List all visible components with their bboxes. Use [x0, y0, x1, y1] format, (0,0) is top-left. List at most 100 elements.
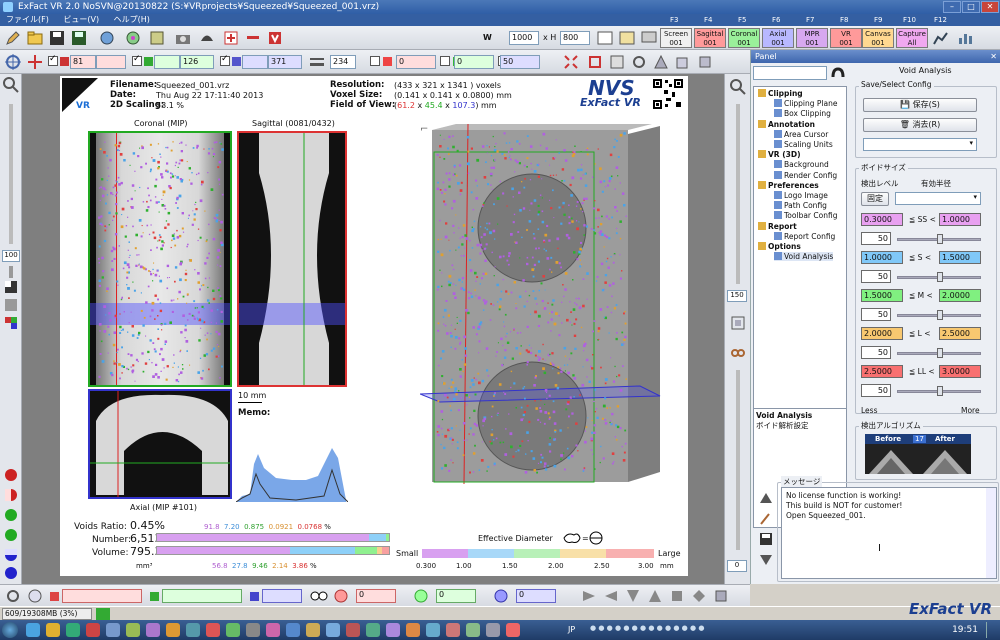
- message-save-icon[interactable]: [757, 530, 775, 548]
- expand-icon[interactable]: [562, 53, 580, 71]
- layout-icon[interactable]: [618, 29, 636, 47]
- menu-file[interactable]: ファイル(F): [0, 14, 55, 26]
- size-upper-input[interactable]: 1.0000: [939, 213, 981, 226]
- taskbar-app-rose[interactable]: [206, 623, 220, 637]
- taskbar-app-navy[interactable]: [286, 623, 300, 637]
- reset-view-icon[interactable]: [608, 53, 626, 71]
- tree-item[interactable]: Toolbar Config: [774, 211, 837, 220]
- coronal-view[interactable]: [88, 131, 232, 387]
- size-lower-input[interactable]: 0.3000: [861, 213, 903, 226]
- algorithm-preview[interactable]: Before 17 After: [865, 434, 971, 474]
- tree-item[interactable]: Area Cursor: [774, 129, 828, 139]
- mpr-button[interactable]: MPR 001: [796, 28, 828, 48]
- tree-item[interactable]: Logo Image: [774, 191, 828, 200]
- first-aid-icon[interactable]: [222, 29, 240, 47]
- panel-hand-icon[interactable]: [829, 64, 847, 82]
- taskbar-app-brick[interactable]: [346, 623, 360, 637]
- fixed-button[interactable]: 固定: [861, 192, 889, 206]
- taskbar-app-mint[interactable]: [466, 623, 480, 637]
- vr-depth-slider[interactable]: [736, 370, 740, 550]
- sagittal-slice-spare[interactable]: [96, 55, 126, 69]
- coronal-slice-input[interactable]: 126: [180, 55, 214, 69]
- taskbar-app-lilac[interactable]: [386, 623, 400, 637]
- download-icon[interactable]: [266, 29, 284, 47]
- zoom-magnifier-icon[interactable]: [729, 78, 747, 96]
- sagittal-slice-input[interactable]: 81: [70, 55, 96, 69]
- red-dot-half-icon[interactable]: [2, 486, 20, 504]
- width-input[interactable]: 1000: [509, 31, 539, 45]
- bottom-green-input[interactable]: [162, 589, 242, 603]
- detect-level-slider[interactable]: [897, 234, 981, 244]
- palette-icon[interactable]: [2, 314, 20, 332]
- eyes-icon[interactable]: [310, 587, 328, 605]
- zoom-spin[interactable]: [9, 266, 13, 278]
- taskbar-app-explorer[interactable]: [26, 623, 40, 637]
- tree-item[interactable]: Annotation: [758, 119, 815, 129]
- axial-slice-spare[interactable]: [242, 55, 268, 69]
- open-folder-icon[interactable]: [26, 29, 44, 47]
- green-dot-2-icon[interactable]: [2, 526, 20, 544]
- cursor-icon[interactable]: [26, 53, 44, 71]
- red-rotate-icon[interactable]: [332, 587, 350, 605]
- detect-level-input[interactable]: 50: [861, 384, 891, 397]
- link-icon[interactable]: [729, 344, 747, 362]
- vr-zoom-value[interactable]: 150: [727, 290, 747, 302]
- render-icon[interactable]: [148, 29, 166, 47]
- rotate-left-icon[interactable]: [26, 587, 44, 605]
- grayscale-icon[interactable]: [2, 278, 20, 296]
- menu-view[interactable]: ビュー(V): [57, 14, 105, 26]
- red-checkbox[interactable]: [370, 56, 380, 66]
- view-iso-icon[interactable]: [712, 587, 730, 605]
- axial-checkbox[interactable]: [220, 54, 230, 66]
- taskbar-app-cyan[interactable]: [426, 623, 440, 637]
- blue-value-input[interactable]: 50: [500, 55, 540, 69]
- camera-icon[interactable]: [174, 29, 192, 47]
- taskbar-app-media[interactable]: [66, 623, 80, 637]
- taskbar-app-gold[interactable]: [306, 623, 320, 637]
- green-dot-icon[interactable]: [2, 506, 20, 524]
- green-rotate-icon[interactable]: [412, 587, 430, 605]
- detect-level-slider[interactable]: [897, 272, 981, 282]
- rotate-icon[interactable]: [630, 53, 648, 71]
- taskbar-app-green[interactable]: [126, 623, 140, 637]
- blue-rotate-icon[interactable]: [492, 587, 510, 605]
- vr-3d-view[interactable]: ⌐: [420, 124, 682, 484]
- view-left-icon[interactable]: [624, 587, 642, 605]
- detect-level-input[interactable]: 50: [861, 232, 891, 245]
- panel-search-input[interactable]: [753, 66, 827, 80]
- import-icon[interactable]: [98, 29, 116, 47]
- helmet-icon[interactable]: [198, 29, 216, 47]
- config-select[interactable]: ▾: [863, 138, 977, 151]
- detect-level-slider[interactable]: [897, 348, 981, 358]
- tree-item[interactable]: Render Config: [774, 170, 837, 180]
- canvas-button[interactable]: Canvas 001: [862, 28, 894, 48]
- taskbar-app-folder[interactable]: [46, 623, 60, 637]
- axial-button[interactable]: Axial 001: [762, 28, 794, 48]
- taskbar-app-red[interactable]: [86, 623, 100, 637]
- size-lower-input[interactable]: 2.5000: [861, 365, 903, 378]
- taskbar-app-exfact[interactable]: [506, 623, 520, 637]
- view-front-icon[interactable]: [580, 587, 598, 605]
- graph-icon[interactable]: [932, 29, 950, 47]
- size-upper-input[interactable]: 3.0000: [939, 365, 981, 378]
- taskbar-app-orange[interactable]: [166, 623, 180, 637]
- tree-item[interactable]: Box Clipping: [774, 109, 831, 118]
- close-button[interactable]: ✕: [981, 1, 999, 13]
- size-upper-input[interactable]: 2.5000: [939, 327, 981, 340]
- tree-item[interactable]: Scaling Units: [774, 140, 833, 149]
- maximize-button[interactable]: □: [962, 1, 980, 13]
- tree-item[interactable]: Report: [758, 221, 797, 231]
- message-scrollbar[interactable]: [986, 488, 996, 578]
- panel-close-icon[interactable]: ✕: [990, 50, 997, 63]
- taskbar-app-teal[interactable]: [186, 623, 200, 637]
- detect-level-slider[interactable]: [897, 386, 981, 396]
- window-level-icon[interactable]: [2, 296, 20, 314]
- box-icon[interactable]: [674, 53, 692, 71]
- reset-icon[interactable]: [4, 587, 22, 605]
- green-value-input[interactable]: 0: [454, 55, 494, 69]
- taskbar-app-coral[interactable]: [446, 623, 460, 637]
- detect-level-input[interactable]: 50: [861, 270, 891, 283]
- zoom-value[interactable]: 100: [2, 250, 20, 262]
- taskbar-app-gray[interactable]: [246, 623, 260, 637]
- height-input[interactable]: 800: [560, 31, 590, 45]
